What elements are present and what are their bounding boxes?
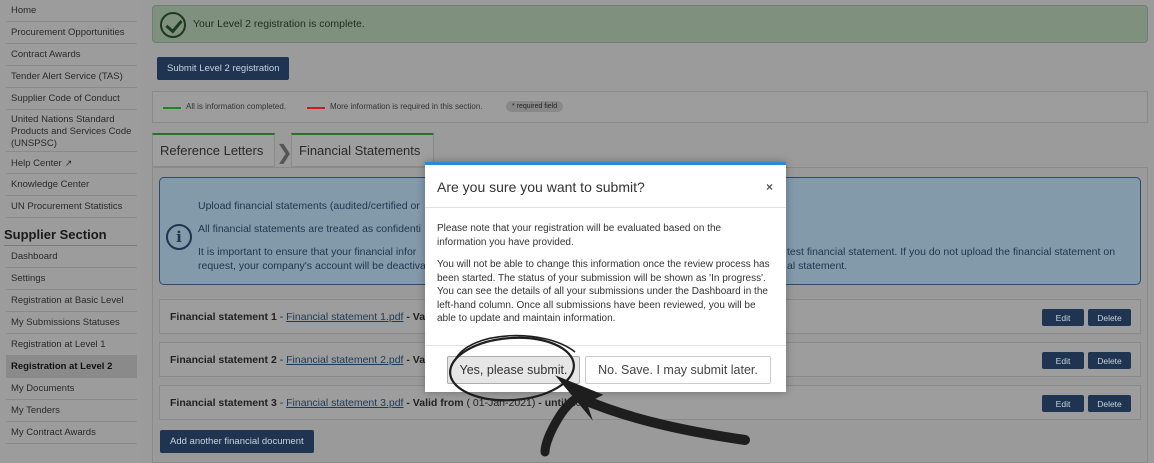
modal-footer-divider xyxy=(425,345,786,346)
edit-button[interactable]: Edit xyxy=(1042,395,1084,412)
info-line-4: request, your company's account will be … xyxy=(198,260,426,272)
delete-button[interactable]: Delete xyxy=(1088,309,1131,326)
sidebar-item-help-center[interactable]: Help Center ↗ xyxy=(6,152,137,174)
statement-title: Financial statement 1 xyxy=(170,311,277,323)
info-line-2: All financial statements are treated as … xyxy=(198,223,421,235)
statement-file-link[interactable]: Financial statement 3.pdf xyxy=(286,397,403,409)
success-message: Your Level 2 registration is complete. xyxy=(193,18,365,30)
legend-required-text: More information is required in this sec… xyxy=(330,102,483,111)
statement-label: Financial statement 2 - Financial statem… xyxy=(170,354,426,366)
sidebar-item-my-contract-awards[interactable]: My Contract Awards xyxy=(6,422,137,444)
success-alert: Your Level 2 registration is complete. xyxy=(152,5,1148,43)
delete-button[interactable]: Delete xyxy=(1088,395,1131,412)
submit-level-2-button[interactable]: Submit Level 2 registration xyxy=(157,57,290,80)
sidebar-item-registration-basic[interactable]: Registration at Basic Level xyxy=(6,290,137,312)
edit-button[interactable]: Edit xyxy=(1042,309,1084,326)
statement-until-date: 2021) xyxy=(569,397,597,409)
sidebar-item-label: Help Center xyxy=(11,158,62,169)
sidebar-section-title: Supplier Section xyxy=(4,218,137,246)
add-financial-document-button[interactable]: Add another financial document xyxy=(160,430,314,453)
sidebar-item-registration-level-1[interactable]: Registration at Level 1 xyxy=(6,334,137,356)
statement-title: Financial statement 3 xyxy=(170,397,277,409)
info-line-1: Upload financial statements (audited/cer… xyxy=(198,200,420,212)
sidebar-item-supplier-code-of-conduct[interactable]: Supplier Code of Conduct xyxy=(6,88,137,110)
modal-divider xyxy=(425,207,786,208)
statement-until: - until xyxy=(538,397,567,409)
sidebar-item-contract-awards[interactable]: Contract Awards xyxy=(6,44,137,66)
external-link-icon: ↗ xyxy=(64,158,73,168)
sidebar: Home Procurement Opportunities Contract … xyxy=(0,0,140,463)
status-legend: All is information completed. More infor… xyxy=(152,91,1148,123)
sidebar-item-my-documents[interactable]: My Documents xyxy=(6,378,137,400)
sidebar-item-my-tenders[interactable]: My Tenders xyxy=(6,400,137,422)
sidebar-item-submissions-statuses[interactable]: My Submissions Statuses xyxy=(6,312,137,334)
yes-submit-button[interactable]: Yes, please submit. xyxy=(447,356,580,384)
modal-title: Are you sure you want to submit? xyxy=(437,179,645,195)
info-line-3: It is important to ensure that your fina… xyxy=(198,246,417,258)
sidebar-item-procurement-opportunities[interactable]: Procurement Opportunities xyxy=(6,22,137,44)
required-field-badge: * required field xyxy=(506,101,564,112)
statement-label: Financial statement 1 - Financial statem… xyxy=(170,311,426,323)
statement-valid: - Valid from xyxy=(406,397,464,409)
modal-paragraph-1: Please note that your registration will … xyxy=(437,223,722,248)
sidebar-item-settings[interactable]: Settings xyxy=(6,268,137,290)
modal-paragraph-2: You will not be able to change this info… xyxy=(437,259,770,324)
info-line-3-end: test financial statement. If you do not … xyxy=(787,246,1116,258)
sidebar-item-home[interactable]: Home xyxy=(6,0,137,22)
sidebar-item-registration-level-2[interactable]: Registration at Level 2 xyxy=(6,356,137,378)
no-save-button[interactable]: No. Save. I may submit later. xyxy=(585,356,771,384)
legend-complete-text: All is information completed. xyxy=(186,102,287,111)
statement-file-link[interactable]: Financial statement 2.pdf xyxy=(286,354,403,366)
edit-button[interactable]: Edit xyxy=(1042,352,1084,369)
sidebar-item-knowledge-center[interactable]: Knowledge Center xyxy=(6,174,137,196)
sidebar-item-tender-alert-service[interactable]: Tender Alert Service (TAS) xyxy=(6,66,137,88)
statement-title: Financial statement 2 xyxy=(170,354,277,366)
delete-button[interactable]: Delete xyxy=(1088,352,1131,369)
sidebar-item-un-procurement-statistics[interactable]: UN Procurement Statistics xyxy=(6,196,137,218)
statement-valid: - Va xyxy=(406,354,426,366)
required-line-icon xyxy=(307,107,325,109)
sidebar-item-unspsc[interactable]: United Nations Standard Products and Ser… xyxy=(6,110,137,152)
confirm-submit-modal: Are you sure you want to submit? × Pleas… xyxy=(425,162,786,392)
tab-reference-letters[interactable]: Reference Letters xyxy=(152,133,275,167)
close-icon[interactable]: × xyxy=(766,180,773,194)
statement-valid-from: ( 01-Jan-2021) xyxy=(466,397,536,409)
statement-label: Financial statement 3 - Financial statem… xyxy=(170,397,597,409)
statement-file-link[interactable]: Financial statement 1.pdf xyxy=(286,311,403,323)
tab-financial-statements[interactable]: Financial Statements xyxy=(291,133,434,167)
info-line-4-end: al statement. xyxy=(787,260,848,272)
statement-valid: - Va xyxy=(406,311,426,323)
complete-line-icon xyxy=(163,107,181,109)
sidebar-item-dashboard[interactable]: Dashboard xyxy=(6,246,137,268)
check-circle-icon xyxy=(160,12,186,38)
info-circle-icon: i xyxy=(166,224,192,250)
